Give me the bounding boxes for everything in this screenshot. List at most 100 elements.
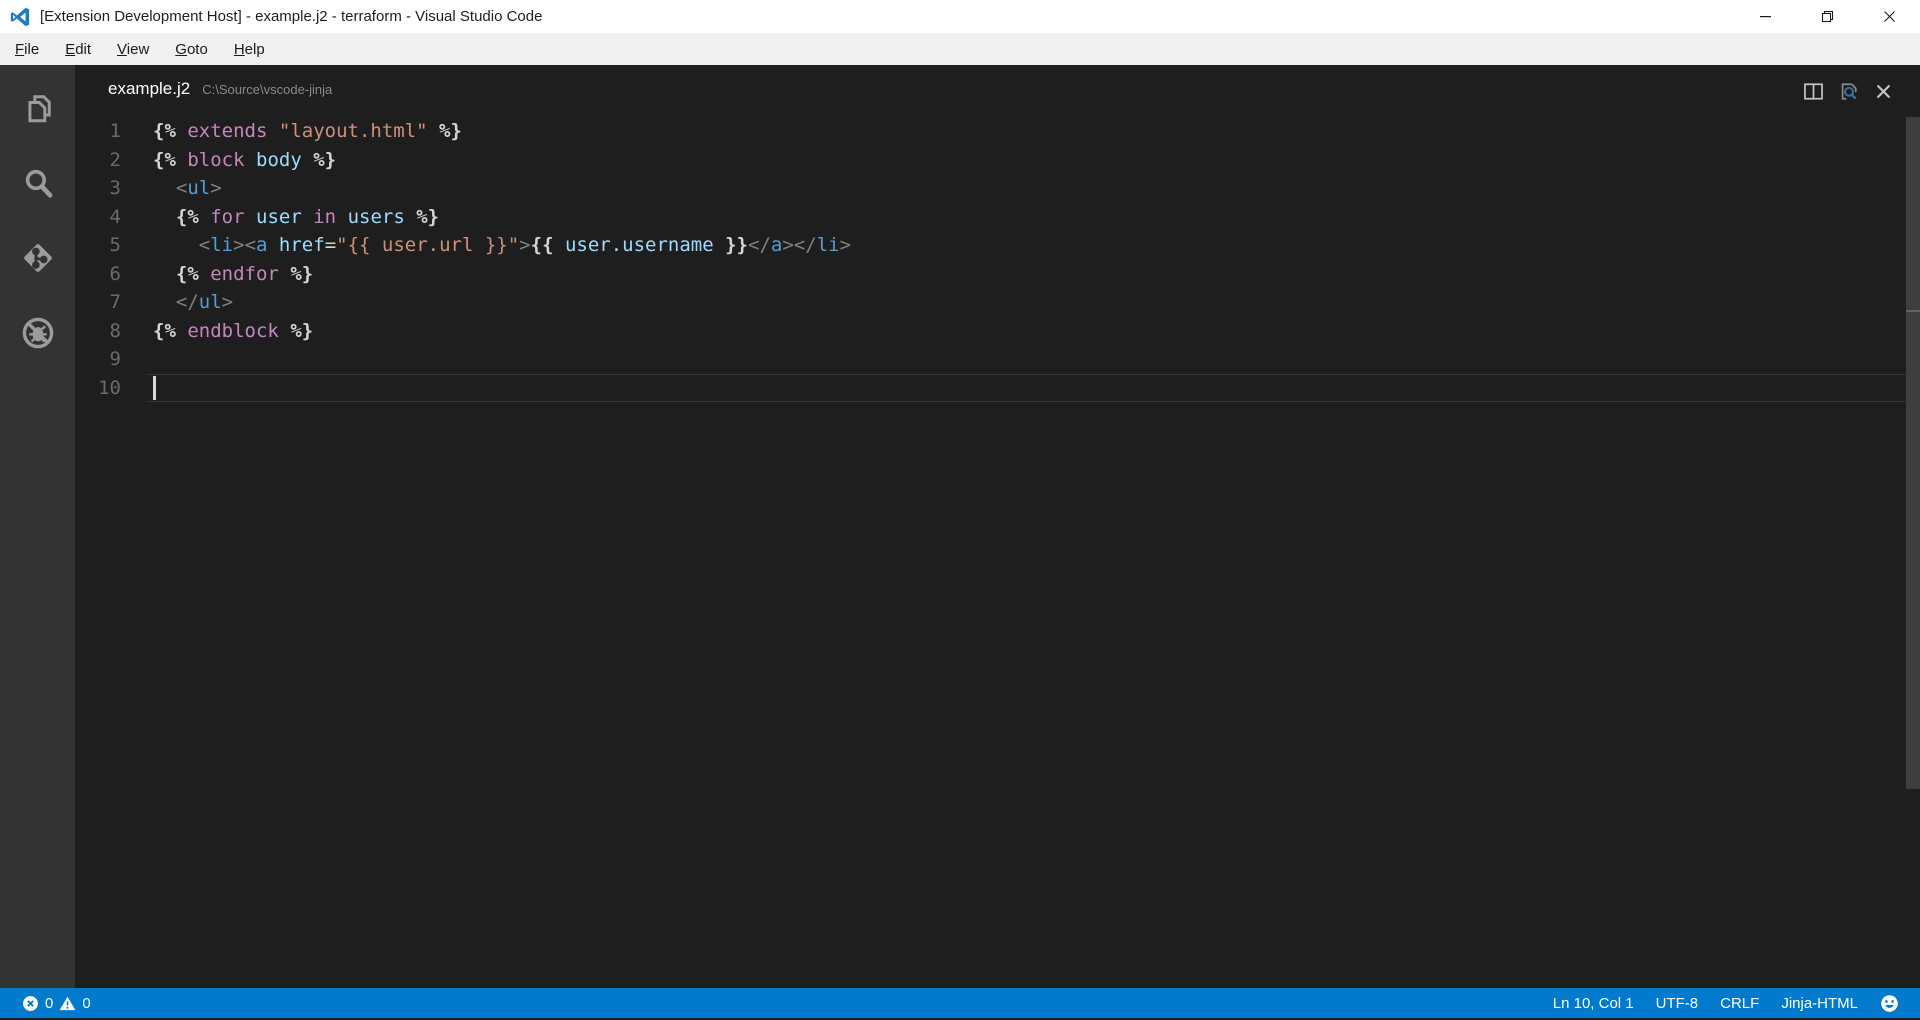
warning-icon [59,995,76,1012]
code-token: > [782,234,793,256]
line-content: {% endblock %} [153,317,1920,346]
code-token: ul [187,177,210,199]
menu-goto[interactable]: Goto [162,41,221,58]
activitybar-debug[interactable] [0,295,75,370]
code-token: {% [176,263,199,285]
split-editor-button[interactable] [1802,80,1824,102]
code-token: %} [290,320,313,342]
line-content [153,345,1920,374]
code-line[interactable]: 2{% block body %} [75,146,1920,175]
code-token: }} [725,234,748,256]
restore-button[interactable] [1796,0,1858,33]
status-eol[interactable]: CRLF [1709,995,1770,1012]
code-token: endfor [210,263,279,285]
editor-scrollbar[interactable] [1906,117,1920,988]
code-token [302,206,313,228]
menu-view[interactable]: View [104,41,162,58]
code-token [245,149,256,171]
problems-status[interactable]: 00 [10,995,91,1012]
code-line[interactable]: 1{% extends "layout.html" %} [75,117,1920,146]
code-token: a [256,234,267,256]
code-token: < [176,177,187,199]
code-token [245,206,256,228]
statusbar-right: Ln 10, Col 1 UTF-8 CRLF Jinja-HTML [1542,994,1910,1013]
encoding-label: UTF-8 [1656,995,1699,1012]
editor[interactable]: example.j2 C:\Source\vscode-jinja 1{% ex… [75,65,1920,988]
line-number: 1 [75,117,121,146]
menu-mnemonic: E [65,41,75,58]
code-token: {% [153,320,176,342]
menu-mnemonic: V [117,41,127,58]
files-icon [20,90,56,126]
close-editor-button[interactable] [1872,80,1894,102]
status-encoding[interactable]: UTF-8 [1645,995,1710,1012]
code-area[interactable]: 1{% extends "layout.html" %}2{% block bo… [75,117,1920,402]
code-token [176,320,187,342]
close-window-icon [1883,10,1896,23]
editor-title-bar: example.j2 C:\Source\vscode-jinja [75,65,1920,117]
line-number: 7 [75,288,121,317]
code-token: "{{ user.url }}" [336,234,519,256]
status-language-mode[interactable]: Jinja-HTML [1770,995,1869,1012]
code-token: %} [439,120,462,142]
line-content: </ul> [153,288,1920,317]
code-line[interactable]: 7 </ul> [75,288,1920,317]
code-token: body [256,149,302,171]
menu-edit[interactable]: Edit [52,41,104,58]
status-feedback[interactable] [1869,994,1910,1013]
code-token [302,149,313,171]
code-token [428,120,439,142]
code-token: %} [313,149,336,171]
menu-help[interactable]: Help [221,41,278,58]
code-line[interactable]: 10 [75,374,1920,403]
window-title: [Extension Development Host] - example.j… [40,8,542,25]
close-button[interactable] [1858,0,1920,33]
code-token: li [210,234,233,256]
code-token [199,263,210,285]
activitybar-source-control[interactable] [0,220,75,295]
code-line[interactable]: 3 <ul> [75,174,1920,203]
line-number: 4 [75,203,121,232]
code-line[interactable]: 9 [75,345,1920,374]
open-file-path: C:\Source\vscode-jinja [202,82,332,97]
code-line[interactable]: 4 {% for user in users %} [75,203,1920,232]
code-token: < [199,234,210,256]
menubar: FileEditViewGotoHelp [0,33,1920,65]
code-token: </ [794,234,817,256]
open-preview-button[interactable] [1837,80,1859,102]
line-number: 8 [75,317,121,346]
code-token [199,206,210,228]
code-token [153,291,176,313]
status-cursor-position[interactable]: Ln 10, Col 1 [1542,995,1645,1012]
code-token: for [210,206,244,228]
code-line[interactable]: 6 {% endfor %} [75,260,1920,289]
line-number: 2 [75,146,121,175]
code-token [176,149,187,171]
code-token: {% [153,149,176,171]
code-line[interactable]: 8 {% endblock %} [75,317,1920,346]
line-content: <ul> [153,174,1920,203]
line-content: <li><a href="{{ user.url }}">{{ user.use… [153,231,1920,260]
code-token: %} [416,206,439,228]
no-debug-icon [20,315,56,351]
restore-icon [1821,10,1834,23]
code-token: href [279,234,325,256]
vscode-logo-icon [8,6,32,28]
menu-mnemonic: G [175,41,187,58]
activitybar [0,65,75,988]
code-token: </ [748,234,771,256]
code-token: > [840,234,851,256]
code-token: > [233,234,244,256]
code-token [336,206,347,228]
scrollbar-slider[interactable] [1906,117,1920,789]
activitybar-search[interactable] [0,145,75,220]
titlebar: [Extension Development Host] - example.j… [0,0,1920,33]
eol-label: CRLF [1720,995,1759,1012]
code-line[interactable]: 5 <li><a href="{{ user.url }}">{{ user.u… [75,231,1920,260]
minimize-icon [1759,10,1772,23]
menu-mnemonic: F [15,41,24,58]
menu-file[interactable]: File [2,41,52,58]
minimize-button[interactable] [1734,0,1796,33]
code-token [279,320,290,342]
activitybar-explorer[interactable] [0,70,75,145]
